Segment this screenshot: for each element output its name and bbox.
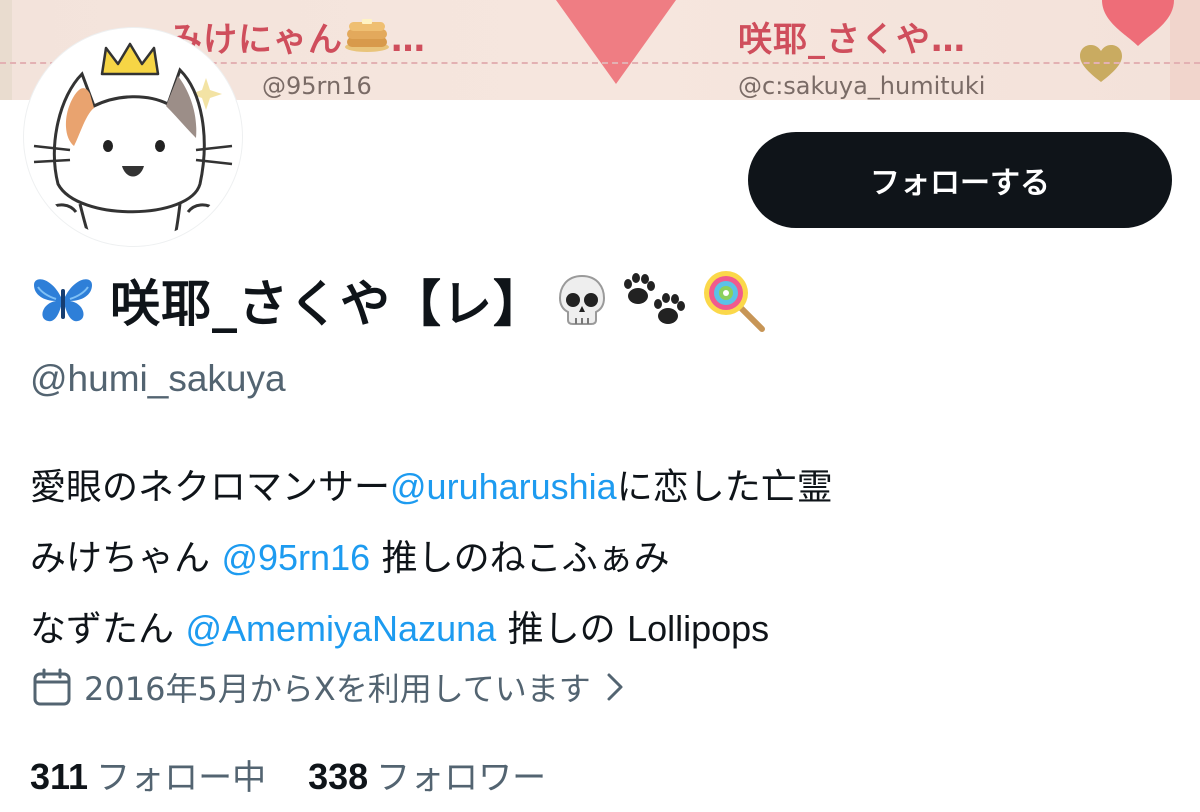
heart-icon — [556, 0, 676, 84]
followers-link[interactable]: 338 フォロワー — [308, 750, 546, 799]
bio-text: なずたん — [30, 609, 175, 650]
following-count: 311 — [30, 756, 89, 797]
bio-line: みけちゃん @95rn16 推しのねこふぁみ — [30, 523, 833, 594]
mention-link[interactable]: @uruharushia — [390, 466, 617, 507]
joined-date[interactable]: 2016年5月からXを利用しています — [32, 664, 627, 710]
calendar-icon — [33, 668, 71, 706]
avatar[interactable] — [24, 28, 242, 246]
bio-text: Lollipops — [627, 608, 770, 649]
mention-link[interactable]: @AmemiyaNazuna — [185, 608, 496, 649]
lollipop-icon — [704, 271, 765, 332]
banner-right-name: 咲耶_さくや… — [738, 20, 966, 60]
joined-text: 2016年5月からXを利用しています — [84, 670, 591, 708]
bio-line: 愛眼のネクロマンサー@uruharushiaに恋した亡霊 — [30, 452, 833, 523]
follow-button[interactable]: フォローする — [748, 132, 1172, 228]
cat-avatar-icon — [30, 34, 236, 240]
skull-icon — [558, 274, 606, 325]
bio-text: みけちゃん — [30, 538, 211, 579]
bio-text: に恋した亡霊 — [616, 467, 833, 508]
heart-icon — [1102, 0, 1174, 46]
pancake-icon — [345, 19, 389, 52]
paw-prints-icon — [624, 273, 685, 324]
bio-text: 推しの — [507, 609, 616, 650]
followers-label: フォロワー — [376, 758, 547, 798]
bio-text: 推しのねこふぁみ — [381, 538, 670, 579]
banner-left-handle: @95rn16 — [262, 72, 372, 100]
follow-stats: 311 フォロー中 338 フォロワー — [30, 750, 588, 799]
bio-text: 愛眼のネクロマンサー — [30, 467, 391, 508]
bio-line: なずたん @AmemiyaNazuna 推しの Lollipops — [30, 594, 833, 665]
display-name-row: 咲耶_さくや【レ】 — [30, 264, 766, 336]
banner-left-name: みけにゃん … — [168, 12, 426, 61]
profile-handle: @humi_sakuya — [30, 358, 286, 399]
followers-count: 338 — [308, 756, 369, 797]
chevron-right-icon — [607, 673, 623, 701]
butterfly-icon — [34, 279, 92, 322]
gold-heart-icon — [1080, 45, 1122, 82]
following-label: フォロー中 — [96, 758, 267, 798]
banner-strip-left — [0, 0, 12, 100]
display-name: 咲耶_さくや【レ】 — [110, 275, 544, 333]
banner-right-handle: @c:sakuya_humituki — [738, 72, 986, 100]
banner-left-ellipsis: … — [391, 20, 426, 60]
following-link[interactable]: 311 フォロー中 — [30, 750, 266, 799]
mention-link[interactable]: @95rn16 — [221, 537, 370, 578]
profile-bio: 愛眼のネクロマンサー@uruharushiaに恋した亡霊 みけちゃん @95rn… — [30, 452, 833, 665]
